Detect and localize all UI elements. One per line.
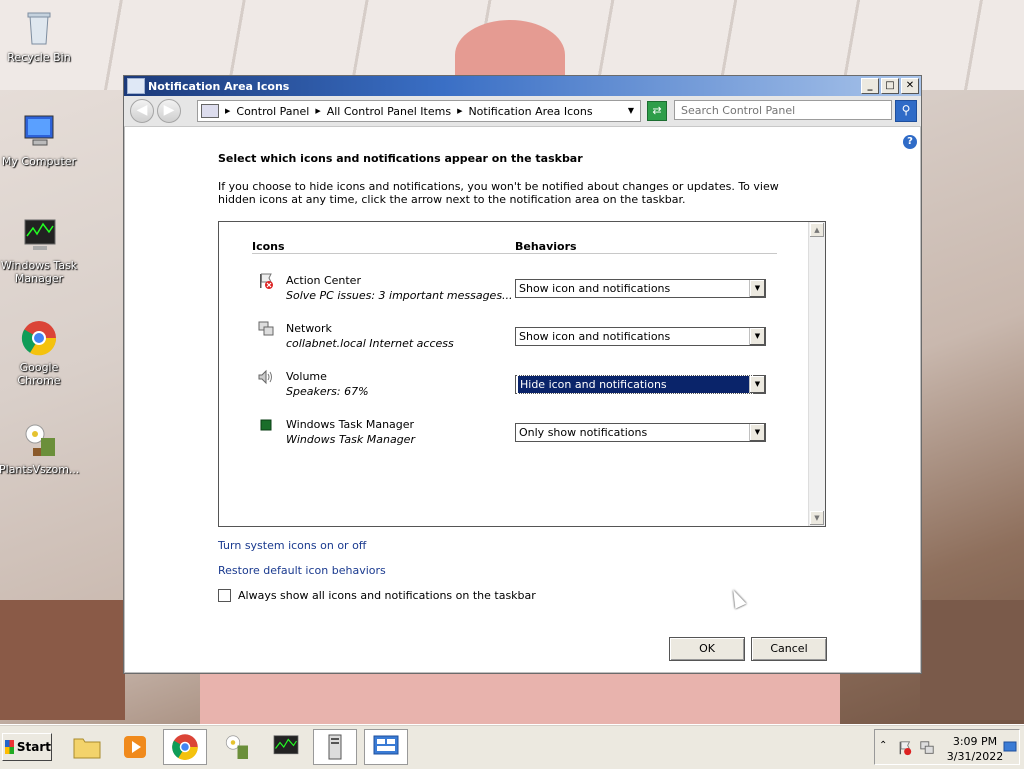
row-name: Network	[286, 322, 332, 335]
taskbar-server-manager[interactable]	[313, 729, 357, 765]
chrome-icon	[19, 318, 59, 358]
row-name: Volume	[286, 370, 327, 383]
task-manager-icon	[273, 735, 299, 755]
taskbar-plants-vs-zombies[interactable]	[214, 729, 258, 765]
action-center-flag-icon[interactable]	[897, 740, 913, 756]
restore-defaults-link[interactable]: Restore default icon behaviors	[218, 564, 386, 577]
control-panel-icon	[201, 104, 219, 118]
task-manager-icon	[19, 216, 59, 256]
desktop-icon-plants-vs-zombies[interactable]: PlantsVszom...	[0, 420, 79, 476]
chrome-icon	[172, 734, 198, 760]
row-subtitle: Speakers: 67%	[286, 385, 369, 398]
list-item: Windows Task Manager Windows Task Manage…	[257, 416, 787, 456]
desktop-icon-task-manager[interactable]: Windows Task Manager	[0, 216, 79, 285]
minimize-button[interactable]: _	[861, 78, 879, 94]
always-show-label: Always show all icons and notifications …	[238, 589, 536, 602]
my-computer-icon	[19, 112, 59, 152]
chevron-down-icon[interactable]: ▼	[749, 280, 765, 297]
back-button[interactable]: ◀	[130, 99, 154, 123]
desktop-icon-recycle-bin[interactable]: Recycle Bin	[0, 8, 79, 64]
icons-list: Icons Behaviors Action Center Solve PC i…	[218, 221, 826, 527]
page-description: If you choose to hide icons and notifica…	[218, 180, 779, 206]
row-subtitle: Solve PC issues: 3 important messages...	[286, 289, 513, 302]
breadcrumb-arrow-icon[interactable]: ▶	[457, 107, 462, 115]
network-icon	[257, 320, 275, 338]
wallpaper-floor	[920, 600, 1024, 720]
scroll-up-icon[interactable]: ▲	[810, 223, 824, 237]
search-icon[interactable]: ⚲	[895, 100, 917, 122]
windows-logo-icon	[5, 740, 14, 754]
list-item: Action Center Solve PC issues: 3 importa…	[257, 272, 787, 312]
ok-button[interactable]: OK	[669, 637, 745, 661]
speaker-icon	[257, 368, 275, 386]
cancel-button[interactable]: Cancel	[751, 637, 827, 661]
row-subtitle: Windows Task Manager	[286, 433, 415, 446]
list-scrollbar[interactable]: ▲ ▼	[808, 222, 825, 526]
action-center-flag-icon	[257, 272, 275, 290]
taskbar-control-panel[interactable]	[364, 729, 408, 765]
breadcrumb-all-items[interactable]: ▶ All Control Panel Items	[315, 105, 451, 118]
address-bar[interactable]: ▶ Control Panel ▶ All Control Panel Items …	[197, 100, 641, 122]
plants-vs-zombies-icon	[225, 735, 248, 759]
close-button[interactable]: ✕	[901, 78, 919, 94]
navigation-bar: ◀ ▶ ▶ Control Panel ▶ All Control Panel It…	[124, 96, 921, 127]
breadcrumb-arrow-icon[interactable]: ▶	[315, 107, 320, 115]
address-dropdown-icon[interactable]: ▼	[628, 106, 634, 115]
folder-icon	[73, 738, 101, 759]
search-input[interactable]	[674, 100, 892, 120]
title-bar[interactable]: Notification Area Icons _ □ ✕	[124, 76, 921, 96]
network-icon[interactable]	[919, 740, 935, 756]
help-icon[interactable]: ?	[903, 135, 917, 149]
notification-tray: ⌃ 3:09 PM 3/31/2022	[874, 729, 1020, 765]
control-panel-window-icon	[127, 78, 145, 94]
maximize-button[interactable]: □	[881, 78, 899, 94]
list-item: Network collabnet.local Internet access …	[257, 320, 787, 360]
desktop-icon-my-computer[interactable]: My Computer	[0, 112, 79, 168]
behavior-select-volume[interactable]: Hide icon and notifications ▼	[515, 375, 766, 394]
list-item: Volume Speakers: 67% Hide icon and notif…	[257, 368, 787, 408]
row-name: Action Center	[286, 274, 361, 287]
window-title: Notification Area Icons	[148, 79, 290, 93]
scroll-down-icon[interactable]: ▼	[810, 511, 824, 525]
server-icon	[328, 734, 342, 760]
taskbar-clock[interactable]: 3:09 PM 3/31/2022	[945, 734, 1005, 764]
taskbar-task-manager[interactable]	[264, 729, 308, 765]
show-desktop-icon[interactable]	[1003, 740, 1017, 754]
always-show-checkbox[interactable]	[218, 589, 231, 602]
chevron-down-icon[interactable]: ▼	[749, 424, 765, 441]
chevron-down-icon[interactable]: ▼	[749, 376, 765, 393]
taskbar: Start ⌃ 3:09 PM 3/31/2022	[0, 724, 1024, 769]
start-button[interactable]: Start	[2, 733, 52, 761]
chevron-down-icon[interactable]: ▼	[749, 328, 765, 345]
page-heading: Select which icons and notifications app…	[218, 152, 583, 165]
column-header-behaviors: Behaviors	[515, 240, 577, 253]
forward-button[interactable]: ▶	[157, 99, 181, 123]
desktop-icon-chrome[interactable]: Google Chrome	[0, 318, 79, 387]
breadcrumb-notification-area[interactable]: ▶ Notification Area Icons	[457, 105, 593, 118]
breadcrumb-arrow-icon[interactable]: ▶	[225, 107, 230, 115]
plants-vs-zombies-icon	[19, 420, 59, 460]
control-panel-icon	[373, 735, 399, 755]
behavior-select-action-center[interactable]: Show icon and notifications ▼	[515, 279, 766, 298]
show-hidden-icons-chevron-icon[interactable]: ⌃	[879, 740, 887, 751]
wallpaper-character-lower	[200, 672, 840, 724]
recycle-bin-icon	[19, 8, 59, 48]
always-show-option[interactable]: Always show all icons and notifications …	[218, 589, 536, 602]
notification-area-window: Notification Area Icons _ □ ✕ ◀ ▶ ▶ Contr…	[123, 75, 922, 674]
media-player-icon	[124, 736, 146, 758]
header-divider	[252, 253, 777, 254]
turn-system-icons-link[interactable]: Turn system icons on or off	[218, 539, 366, 552]
behavior-select-network[interactable]: Show icon and notifications ▼	[515, 327, 766, 346]
taskbar-explorer[interactable]	[65, 729, 109, 765]
behavior-select-task-manager[interactable]: Only show notifications ▼	[515, 423, 766, 442]
taskbar-chrome[interactable]	[163, 729, 207, 765]
taskbar-media-player[interactable]	[113, 729, 157, 765]
row-name: Windows Task Manager	[286, 418, 415, 431]
column-header-icons: Icons	[252, 240, 285, 253]
breadcrumb-control-panel[interactable]: ▶ Control Panel	[225, 105, 309, 118]
task-manager-tray-icon	[257, 416, 275, 434]
refresh-button[interactable]: ⇄	[647, 101, 667, 121]
wallpaper-desk	[0, 600, 125, 720]
row-subtitle: collabnet.local Internet access	[286, 337, 454, 350]
